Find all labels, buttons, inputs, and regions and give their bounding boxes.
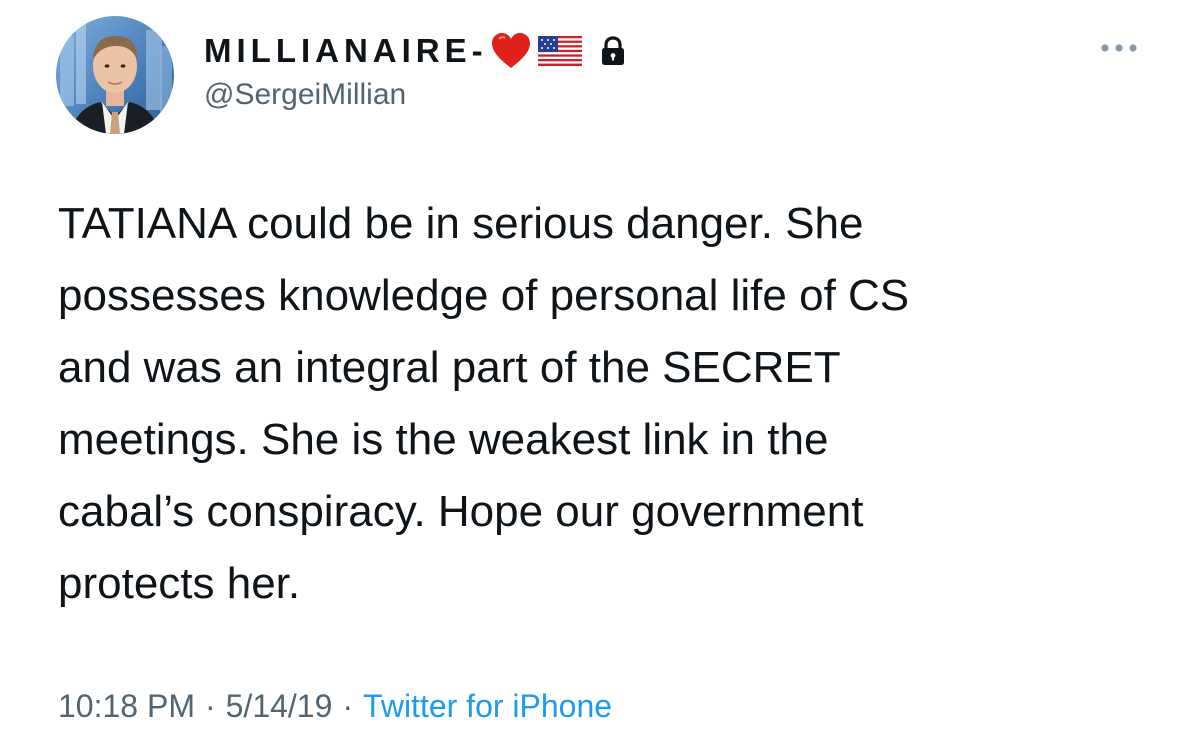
avatar[interactable] xyxy=(56,16,174,134)
tweet-date[interactable]: 5/14/19 xyxy=(226,688,333,724)
author-block: MILLIANAIRE- @SergeiMillian xyxy=(204,30,626,112)
avatar-photo xyxy=(56,16,174,134)
tweet-time[interactable]: 10:18 PM xyxy=(58,688,195,724)
us-flag-icon xyxy=(537,36,582,66)
display-name[interactable]: MILLIANAIRE- xyxy=(204,32,488,70)
meta-separator: · xyxy=(204,688,216,724)
tweet-meta: 10:18 PM · 5/14/19 · Twitter for iPhone xyxy=(58,688,612,725)
display-name-row: MILLIANAIRE- xyxy=(204,30,626,72)
more-options-icon[interactable] xyxy=(1098,40,1140,56)
handle[interactable]: @SergeiMillian xyxy=(204,78,626,112)
heart-icon xyxy=(490,31,532,71)
tweet-source-link[interactable]: Twitter for iPhone xyxy=(363,688,612,724)
meta-separator: · xyxy=(342,688,354,724)
tweet-card: MILLIANAIRE- @SergeiMillian TATIANA coul… xyxy=(0,0,1200,756)
tweet-text: TATIANA could be in serious danger. She … xyxy=(58,199,910,608)
lock-icon xyxy=(600,36,626,66)
